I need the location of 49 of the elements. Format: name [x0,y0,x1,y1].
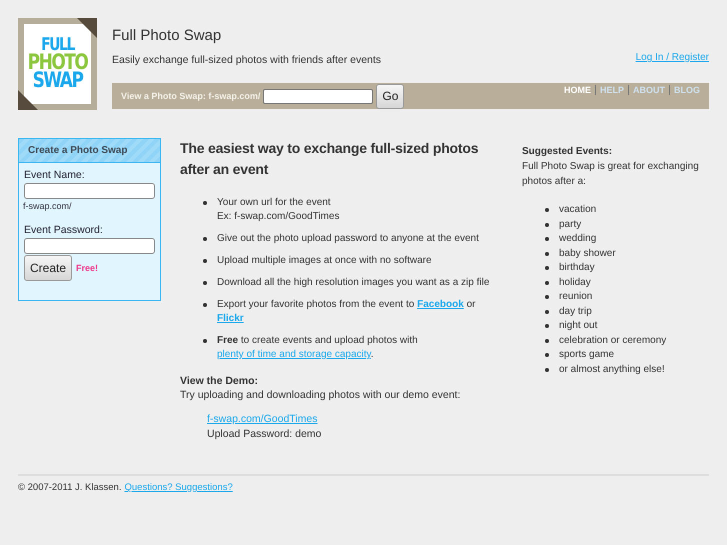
suggested-title: Suggested Events: [522,145,614,159]
event-password-field[interactable] [24,238,155,254]
panel-title: Create a Photo Swap [19,139,160,163]
main-heading: The easiest way to exchange full-sized photos after an event [180,139,480,179]
event-type: holiday [559,276,591,290]
event-name-field[interactable] [24,183,155,199]
field-label: Event Password: [24,224,104,236]
copyright: © 2007-2011 J. Klassen. [18,482,122,493]
demo-password: Upload Password: demo [207,427,322,442]
field-label: Event Name: [24,169,86,181]
text-link[interactable]: Flickr [217,313,244,324]
feature-text: Download all the high resolution images you want as a zip file [217,276,490,290]
text-link[interactable]: Facebook [417,299,464,310]
demo-link[interactable]: f-swap.com/GoodTimes [207,413,318,425]
nav-link[interactable]: HELP [600,85,624,95]
feature-text: Upload multiple images at once with no software [217,254,432,268]
feature-text: Free to create events and upload photos with plenty of time and storage capacity. [217,334,418,362]
login-link[interactable]: Log In / Register [636,52,709,63]
event-type: celebration or ceremony [559,334,666,348]
feature-text: Your own url for the event Ex: f-swap.com/GoodTimes [217,196,340,224]
event-type: party [559,218,582,232]
demo-text: Try uploading and downloading photos with our demo event: [180,389,462,401]
url-hint: f-swap.com/ [23,201,73,211]
nav-link[interactable]: HOME [564,85,591,95]
swap-url-field[interactable] [263,88,374,104]
logo[interactable]: FULL PHOTO SWAP [18,18,97,110]
event-type: birthday [559,261,595,275]
event-type: vacation [559,203,596,217]
free-label: Free! [76,262,98,272]
view-swap-label: View a Photo Swap: f-swap.com/ [121,91,260,101]
suggested-intro: Full Photo Swap is great for exchanging photos after a: [522,160,700,189]
feature-text: Export your favorite photos from the event to Facebook or Flickr [217,298,476,326]
event-type: night out [559,319,598,333]
event-type: wedding [559,232,596,246]
go-button[interactable]: Go [376,84,404,108]
feature-text: Give out the photo upload password to anyone at the event [217,232,479,246]
event-type: or almost anything else! [559,362,665,376]
event-type: day trip [559,304,592,318]
nav-link[interactable]: BLOG [674,85,700,95]
event-type: baby shower [559,246,616,260]
event-type: reunion [559,290,592,304]
text-link[interactable]: plenty of time and storage capacity [217,349,371,360]
demo-title: View the Demo: [180,375,259,387]
contact-link[interactable]: Questions? Suggestions? [124,482,233,493]
nav-link[interactable]: ABOUT [633,85,665,95]
tagline: Easily exchange full-sized photos with friends after events [112,54,382,66]
site-title: Full Photo Swap [112,27,222,44]
create-button[interactable]: Create [24,255,72,281]
event-type: sports game [559,348,614,362]
